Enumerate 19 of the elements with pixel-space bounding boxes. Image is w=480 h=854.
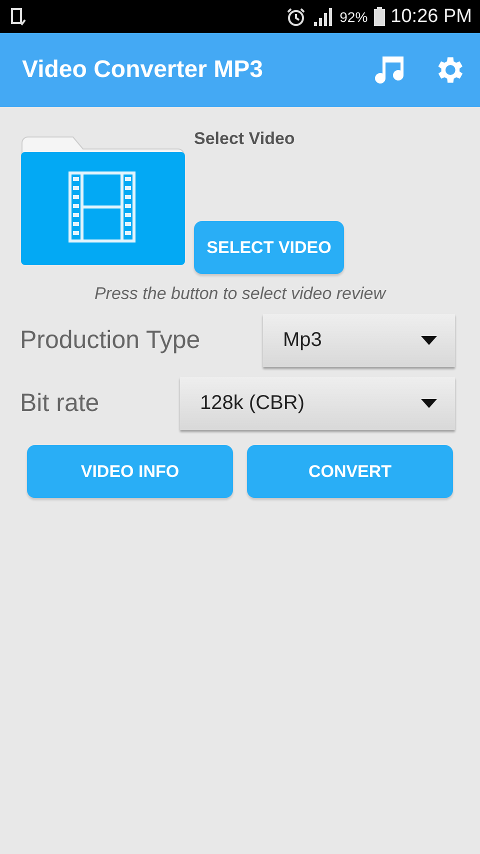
device-icon (10, 6, 26, 26)
select-video-label: Select Video (194, 129, 296, 149)
action-button[interactable]: CONVERT (247, 445, 453, 498)
action-button[interactable]: VIDEO INFO (27, 445, 233, 498)
signal-icon (312, 6, 334, 26)
dropdown-arrow-icon (421, 336, 437, 345)
video-folder-icon[interactable] (20, 135, 186, 267)
alarm-icon (286, 6, 306, 26)
setting-label: Production Type (20, 326, 200, 355)
battery-percent: 92% (340, 8, 368, 24)
battery-icon (374, 7, 385, 26)
dropdown[interactable]: Mp3 (263, 314, 455, 367)
app-title: Video Converter MP3 (22, 56, 264, 84)
setting-label: Bit rate (20, 389, 100, 418)
select-video-button[interactable]: SELECT VIDEO (194, 221, 344, 274)
dropdown-arrow-icon (421, 399, 437, 408)
dropdown[interactable]: 128k (CBR) (180, 377, 455, 430)
clock-time: 10:26 PM (390, 6, 472, 28)
hint-text: Press the button to select video review (93, 284, 388, 304)
